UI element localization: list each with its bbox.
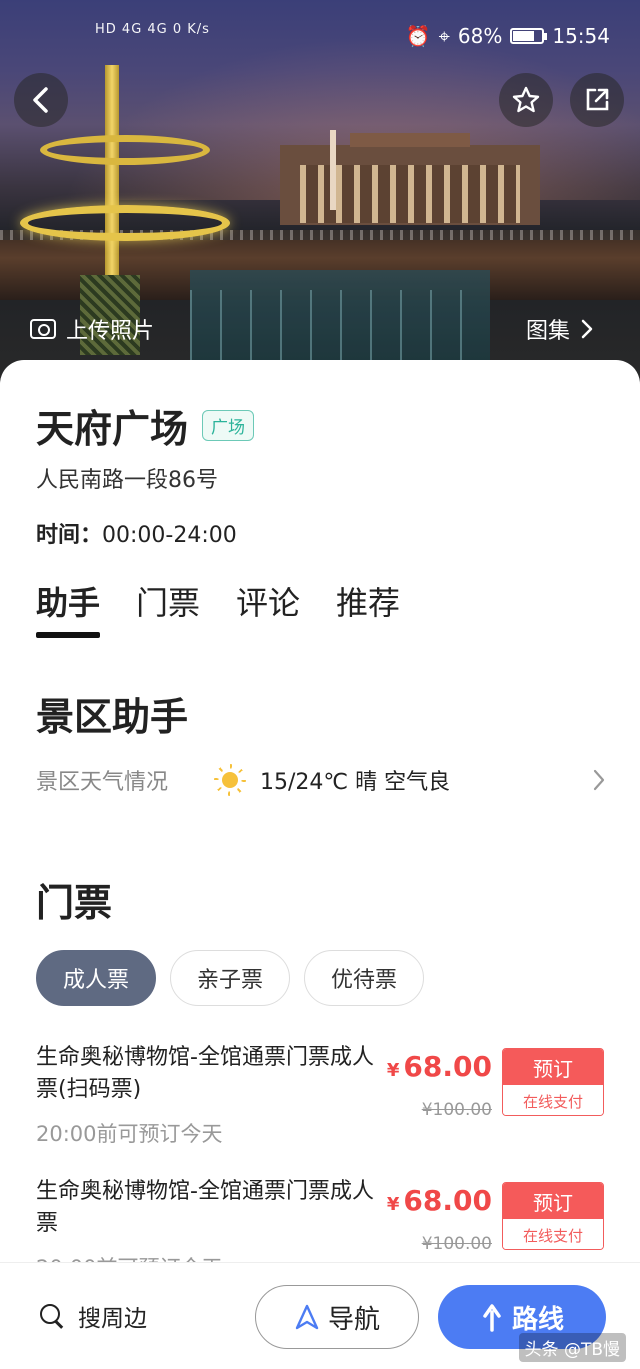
battery-icon — [510, 28, 548, 44]
building — [280, 133, 540, 225]
chevron-left-icon — [33, 87, 48, 113]
currency: ¥ — [386, 1060, 400, 1081]
status-bar: HD 4G 4G 0 K/s ⏰ ⌖ 68% 15:54 — [0, 0, 640, 76]
navigation-arrow-icon — [295, 1304, 319, 1330]
sun-core — [222, 772, 238, 788]
pay-label: 在线支付 — [503, 1085, 603, 1115]
category-tag: 广场 — [202, 410, 255, 441]
star-icon — [512, 86, 540, 113]
upload-photo-button[interactable]: 上传照片 — [30, 313, 154, 345]
book-button[interactable]: 预订 在线支付 — [502, 1048, 604, 1116]
battery-fill — [513, 31, 534, 41]
alarm-icon: ⏰ — [405, 24, 431, 48]
status-right: ⏰ ⌖ 68% 15:54 — [406, 24, 610, 48]
bottom-action-bar: 搜周边 导航 路线 头条 @TB慢 — [0, 1262, 640, 1369]
ticket-note: 20:00前可预订今天 — [36, 1122, 223, 1146]
weather-row[interactable]: 景区天气情况 15/24℃ 晴 空气良 — [36, 760, 606, 800]
ticket-item[interactable]: 生命奥秘博物馆-全馆通票门票成人票(扫码票) 20:00前可预订今天 ¥68.0… — [36, 1042, 606, 1162]
ticket-type-chips: 成人票 亲子票 优待票 — [36, 950, 424, 1006]
ticket-price: ¥68.00 — [387, 1184, 492, 1217]
price-value: 68.00 — [403, 1050, 492, 1083]
camera-icon — [30, 319, 56, 339]
ticket-price: ¥68.00 — [387, 1050, 492, 1083]
hours-value: 00:00-24:00 — [102, 523, 237, 548]
weather-value: 15/24℃ 晴 空气良 — [260, 770, 451, 795]
location-icon: ⌖ — [438, 24, 450, 48]
book-label: 预订 — [503, 1049, 603, 1085]
hours-label: 时间： — [36, 523, 103, 548]
favorite-button[interactable] — [499, 73, 553, 127]
chevron-right-icon — [581, 319, 593, 339]
back-button[interactable] — [14, 73, 68, 127]
chip-discount[interactable]: 优待票 — [304, 950, 424, 1006]
tab-bar: 助手 门票 评论 推荐 — [36, 578, 400, 638]
tab-recommend[interactable]: 推荐 — [336, 578, 400, 638]
gallery-button[interactable]: 图集 — [526, 313, 594, 345]
sculpture-ring — [20, 205, 230, 241]
search-nearby-button[interactable]: 搜周边 — [40, 1299, 147, 1333]
route-arrow-icon — [483, 1304, 501, 1332]
page-title: 天府广场 — [36, 407, 189, 451]
sculpture-ring — [40, 135, 210, 165]
weather-label: 景区天气情况 — [36, 770, 169, 795]
tickets-heading: 门票 — [36, 881, 113, 925]
share-icon — [586, 88, 609, 111]
chip-family[interactable]: 亲子票 — [170, 950, 290, 1006]
clock: 15:54 — [552, 24, 610, 48]
share-button[interactable] — [570, 73, 624, 127]
tab-assistant[interactable]: 助手 — [36, 578, 101, 638]
sun-icon — [212, 762, 248, 798]
title-row: 天府广场 广场 — [36, 398, 255, 453]
tab-tickets[interactable]: 门票 — [136, 578, 200, 638]
book-label: 预订 — [503, 1183, 603, 1219]
battery-percent: 68% — [457, 24, 503, 48]
glass-panes — [190, 290, 490, 360]
glass-structure — [190, 270, 490, 360]
statue — [330, 130, 336, 210]
chip-adult[interactable]: 成人票 — [36, 950, 156, 1006]
book-button[interactable]: 预订 在线支付 — [502, 1182, 604, 1250]
ticket-name: 生命奥秘博物馆-全馆通票门票成人票 — [36, 1179, 374, 1236]
watermark: 头条 @TB慢 — [518, 1333, 626, 1362]
assistant-heading: 景区助手 — [36, 695, 189, 739]
network-indicators: HD 4G 4G 0 K/s — [95, 22, 210, 37]
pay-label: 在线支付 — [503, 1219, 603, 1249]
original-price: ¥100.00 — [421, 1234, 492, 1254]
ticket-name: 生命奥秘博物馆-全馆通票门票成人票(扫码票) — [36, 1045, 374, 1102]
opening-hours: 时间：00:00-24:00 — [36, 517, 237, 549]
detail-card: 天府广场 广场 人民南路一段86号 时间：00:00-24:00 助手 门票 评… — [0, 360, 640, 1280]
tab-reviews[interactable]: 评论 — [236, 578, 300, 638]
building-roof — [350, 133, 470, 147]
navigate-button[interactable]: 导航 — [255, 1285, 419, 1349]
chevron-right-icon — [593, 769, 605, 791]
currency: ¥ — [386, 1194, 400, 1215]
navigate-label: 导航 — [327, 1304, 380, 1335]
price-value: 68.00 — [403, 1184, 492, 1217]
search-icon — [40, 1304, 64, 1328]
original-price: ¥100.00 — [421, 1100, 492, 1120]
gallery-label: 图集 — [526, 319, 571, 344]
upload-label: 上传照片 — [66, 319, 155, 344]
address[interactable]: 人民南路一段86号 — [36, 462, 218, 494]
route-label: 路线 — [511, 1304, 564, 1335]
search-label: 搜周边 — [78, 1306, 147, 1332]
hero-image[interactable]: HD 4G 4G 0 K/s ⏰ ⌖ 68% 15:54 上传照片 图集 — [0, 0, 640, 390]
